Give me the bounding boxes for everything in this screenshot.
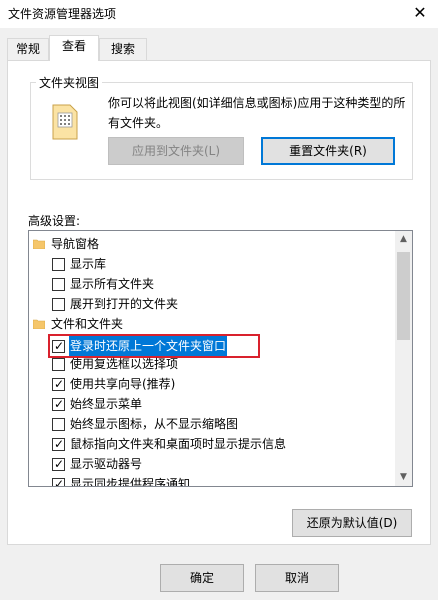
check-icon: ✓ — [54, 377, 65, 391]
window-title: 文件资源管理器选项 — [8, 7, 117, 21]
folder-view-label: 文件夹视图 — [36, 74, 103, 91]
checkbox-label[interactable]: 显示所有文件夹 — [70, 274, 154, 294]
reset-folders-button[interactable]: 重置文件夹(R) — [261, 137, 395, 165]
ok-button[interactable]: 确定 — [160, 564, 244, 592]
scroll-up-icon[interactable]: ▲ — [395, 231, 412, 248]
checkbox-label[interactable]: 展开到打开的文件夹 — [70, 294, 178, 314]
tree-node-label: 导航窗格 — [51, 237, 100, 251]
advanced-settings-label: 高级设置: — [28, 214, 81, 228]
checkbox-label[interactable]: 鼠标指向文件夹和桌面项时显示提示信息 — [70, 434, 286, 454]
checkbox[interactable]: ✓ — [52, 339, 65, 353]
folder-icon — [33, 319, 45, 329]
tree-node-label: 文件和文件夹 — [51, 317, 124, 331]
checkbox-label[interactable]: 显示同步提供程序通知 — [70, 474, 190, 486]
close-icon[interactable]: ✕ — [408, 2, 432, 24]
checkbox[interactable] — [52, 358, 65, 371]
checkbox-label[interactable]: 始终显示菜单 — [70, 394, 142, 414]
scroll-down-icon[interactable]: ▼ — [395, 469, 412, 486]
check-icon: ✓ — [54, 339, 65, 353]
check-icon: ✓ — [54, 437, 65, 451]
check-icon: ✓ — [54, 457, 65, 471]
folder-view-description: 你可以将此视图(如详细信息或图标)应用于这种类型的所有文件夹。 — [108, 96, 406, 130]
checkbox-label[interactable]: 登录时还原上一个文件夹窗口 — [69, 336, 228, 356]
check-icon: ✓ — [54, 397, 65, 411]
checkbox[interactable] — [52, 258, 65, 271]
checkbox-label[interactable]: 使用共享向导(推荐) — [70, 374, 175, 394]
checkbox[interactable] — [52, 298, 65, 311]
scrollbar-thumb[interactable] — [397, 252, 410, 340]
tab-search[interactable]: 搜索 — [99, 38, 147, 60]
folder-view-icon — [52, 104, 78, 140]
title-bar: 文件资源管理器选项 ✕ — [0, 0, 438, 28]
checkbox-label[interactable]: 使用复选框以选择项 — [70, 354, 178, 374]
vertical-scrollbar[interactable]: ▲ ▼ — [395, 231, 412, 486]
checkbox[interactable]: ✓ — [52, 457, 65, 471]
checkbox-label[interactable]: 显示驱动器号 — [70, 454, 142, 474]
tab-general[interactable]: 常规 — [7, 38, 49, 60]
checkbox[interactable]: ✓ — [52, 377, 65, 391]
advanced-settings-list[interactable]: 导航窗格 显示库 显示所有文件夹 展开到打开的文件夹 文件和文件夹 ✓ 登录时还… — [28, 230, 413, 487]
checkbox-label[interactable]: 显示库 — [70, 254, 106, 274]
checkbox[interactable] — [52, 418, 65, 431]
checkbox[interactable]: ✓ — [52, 477, 65, 487]
checkbox-label[interactable]: 始终显示图标，从不显示缩略图 — [70, 414, 238, 434]
check-icon: ✓ — [54, 477, 65, 487]
checkbox[interactable] — [52, 278, 65, 291]
checkbox[interactable]: ✓ — [52, 397, 65, 411]
checkbox[interactable]: ✓ — [52, 437, 65, 451]
restore-defaults-button[interactable]: 还原为默认值(D) — [292, 509, 412, 537]
apply-to-folders-button[interactable]: 应用到文件夹(L) — [108, 137, 244, 165]
folder-icon — [33, 239, 45, 249]
cancel-button[interactable]: 取消 — [255, 564, 339, 592]
tab-view[interactable]: 查看 — [49, 35, 99, 61]
